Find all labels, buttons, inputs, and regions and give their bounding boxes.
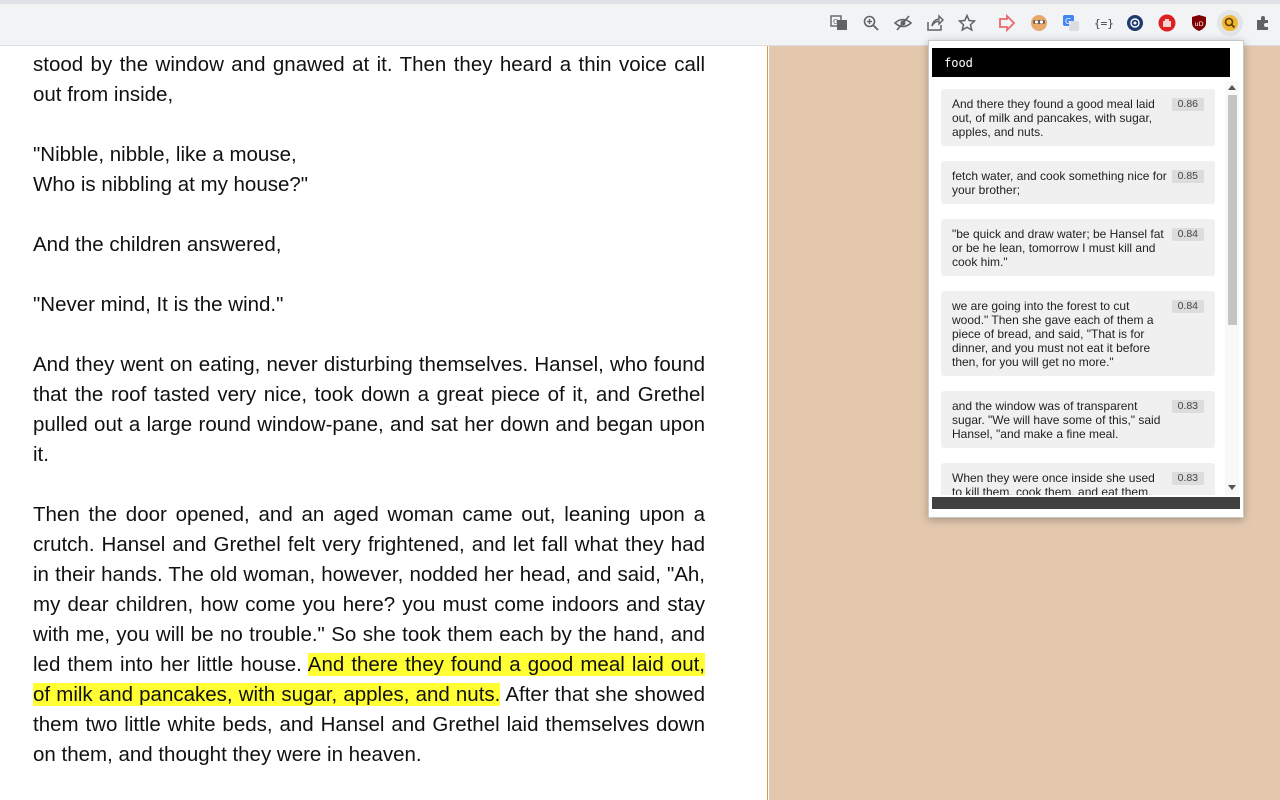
- score-badge: 0.83: [1171, 472, 1204, 485]
- score-badge: 0.84: [1171, 228, 1204, 241]
- extension-avatar-icon[interactable]: [1027, 11, 1051, 35]
- result-item[interactable]: we are going into the forest to cut wood…: [941, 291, 1215, 376]
- extension-hand-icon[interactable]: [1155, 11, 1179, 35]
- extension-json-icon[interactable]: {=}: [1091, 11, 1115, 35]
- score-badge: 0.86: [1171, 98, 1204, 111]
- search-input[interactable]: food: [932, 48, 1230, 77]
- score-badge: 0.85: [1171, 170, 1204, 183]
- bookmark-star-icon[interactable]: [955, 11, 979, 35]
- semantic-search-popup: food And there they found a good meal la…: [928, 40, 1244, 518]
- story-paragraph: "Never mind, It is the wind.": [33, 293, 284, 316]
- zoom-icon[interactable]: [859, 11, 883, 35]
- result-item[interactable]: And there they found a good meal laid ou…: [941, 89, 1215, 146]
- story-paragraph: stood by the window and gnawed at it. Th…: [33, 53, 705, 106]
- result-item[interactable]: fetch water, and cook something nice for…: [941, 161, 1215, 204]
- result-text: "be quick and draw water; be Hansel fat …: [952, 227, 1164, 269]
- ublock-icon[interactable]: uD: [1187, 11, 1211, 35]
- puzzle-icon[interactable]: [1251, 11, 1275, 35]
- svg-text:G: G: [1065, 17, 1071, 26]
- story-verse: "Nibble, nibble, like a mouse, Who is ni…: [33, 140, 705, 200]
- eye-slash-icon[interactable]: [891, 11, 915, 35]
- result-text: we are going into the forest to cut wood…: [952, 299, 1154, 369]
- story-paragraph: And the children answered,: [33, 233, 282, 256]
- extension-translate-icon[interactable]: G: [1059, 11, 1083, 35]
- story-paragraph: Then the door opened, and an aged woman …: [33, 500, 705, 770]
- share-icon[interactable]: [923, 11, 947, 35]
- results-list[interactable]: And there they found a good meal laid ou…: [932, 81, 1229, 495]
- score-badge: 0.83: [1171, 400, 1204, 413]
- extension-arrow-icon[interactable]: [995, 11, 1019, 35]
- result-item[interactable]: When they were once inside she used to k…: [941, 463, 1215, 495]
- extension-circle-icon[interactable]: [1123, 11, 1147, 35]
- ublock-label: uD: [1195, 20, 1204, 28]
- svg-text:G: G: [833, 18, 838, 26]
- story-paragraph: And they went on eating, never disturbin…: [33, 353, 705, 466]
- tab-strip-edge: [0, 0, 1280, 4]
- score-badge: 0.84: [1171, 300, 1204, 313]
- result-text: And there they found a good meal laid ou…: [952, 97, 1155, 139]
- result-item[interactable]: "be quick and draw water; be Hansel fat …: [941, 219, 1215, 276]
- scrollbar-thumb[interactable]: [1228, 95, 1237, 325]
- story-text: stood by the window and gnawed at it. Th…: [33, 50, 705, 800]
- result-text: and the window was of transparent sugar.…: [952, 399, 1161, 441]
- scroll-down-icon[interactable]: [1228, 485, 1236, 490]
- result-text: fetch water, and cook something nice for…: [952, 169, 1167, 197]
- verse-line: "Nibble, nibble, like a mouse,: [33, 143, 297, 166]
- scroll-up-icon[interactable]: [1228, 85, 1236, 90]
- translate-icon[interactable]: G: [827, 11, 851, 35]
- result-text: When they were once inside she used to k…: [952, 471, 1155, 495]
- page-content: stood by the window and gnawed at it. Th…: [0, 46, 768, 800]
- semantic-search-icon[interactable]: [1217, 10, 1243, 36]
- verse-line: Who is nibbling at my house?": [33, 173, 309, 196]
- story-text-before: Then the door opened, and an aged woman …: [33, 503, 705, 676]
- vertical-scrollbar[interactable]: [1225, 81, 1239, 495]
- horizontal-scrollbar[interactable]: [932, 497, 1240, 509]
- result-item[interactable]: and the window was of transparent sugar.…: [941, 391, 1215, 448]
- svg-text:{=}: {=}: [1094, 17, 1113, 30]
